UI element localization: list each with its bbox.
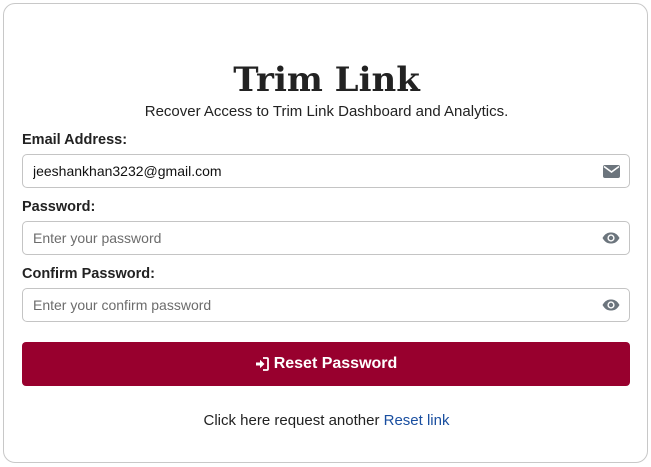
email-label: Email Address:: [22, 132, 128, 148]
password-field[interactable]: [23, 222, 583, 254]
reset-password-card: Trim Link Recover Access to Trim Link Da…: [3, 3, 648, 463]
confirm-password-field[interactable]: [23, 289, 583, 321]
page-subtitle: Recover Access to Trim Link Dashboard an…: [144, 103, 509, 120]
confirm-password-field-wrapper: [22, 288, 630, 322]
footer-prompt: Click here request another Reset link: [4, 411, 649, 431]
email-field[interactable]: [23, 155, 583, 187]
eye-icon[interactable]: [602, 230, 620, 246]
reset-link[interactable]: Reset link: [384, 412, 450, 429]
eye-icon[interactable]: [602, 297, 620, 313]
brand-title: Trim Link: [233, 60, 420, 100]
password-label: Password:: [22, 199, 96, 215]
email-field-wrapper: [22, 154, 630, 188]
footer-text: Click here request another: [203, 412, 380, 429]
reset-password-label: Reset Password: [273, 355, 398, 372]
envelope-icon: [602, 163, 620, 179]
sign-in-icon: [255, 357, 269, 371]
password-field-wrapper: [22, 221, 630, 255]
reset-password-button[interactable]: Reset Password: [22, 342, 630, 386]
confirm-password-label: Confirm Password:: [22, 266, 155, 282]
